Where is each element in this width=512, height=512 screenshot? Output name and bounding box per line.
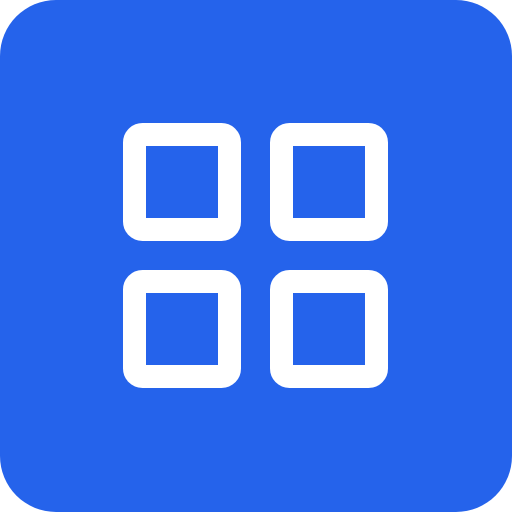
- app-icon-tile[interactable]: [0, 0, 512, 512]
- grid-icon: [123, 123, 388, 388]
- grid-cell-bottom-right: [270, 270, 388, 388]
- grid-cell-top-right: [270, 123, 388, 241]
- grid-cell-bottom-left: [123, 270, 241, 388]
- grid-cell-top-left: [123, 123, 241, 241]
